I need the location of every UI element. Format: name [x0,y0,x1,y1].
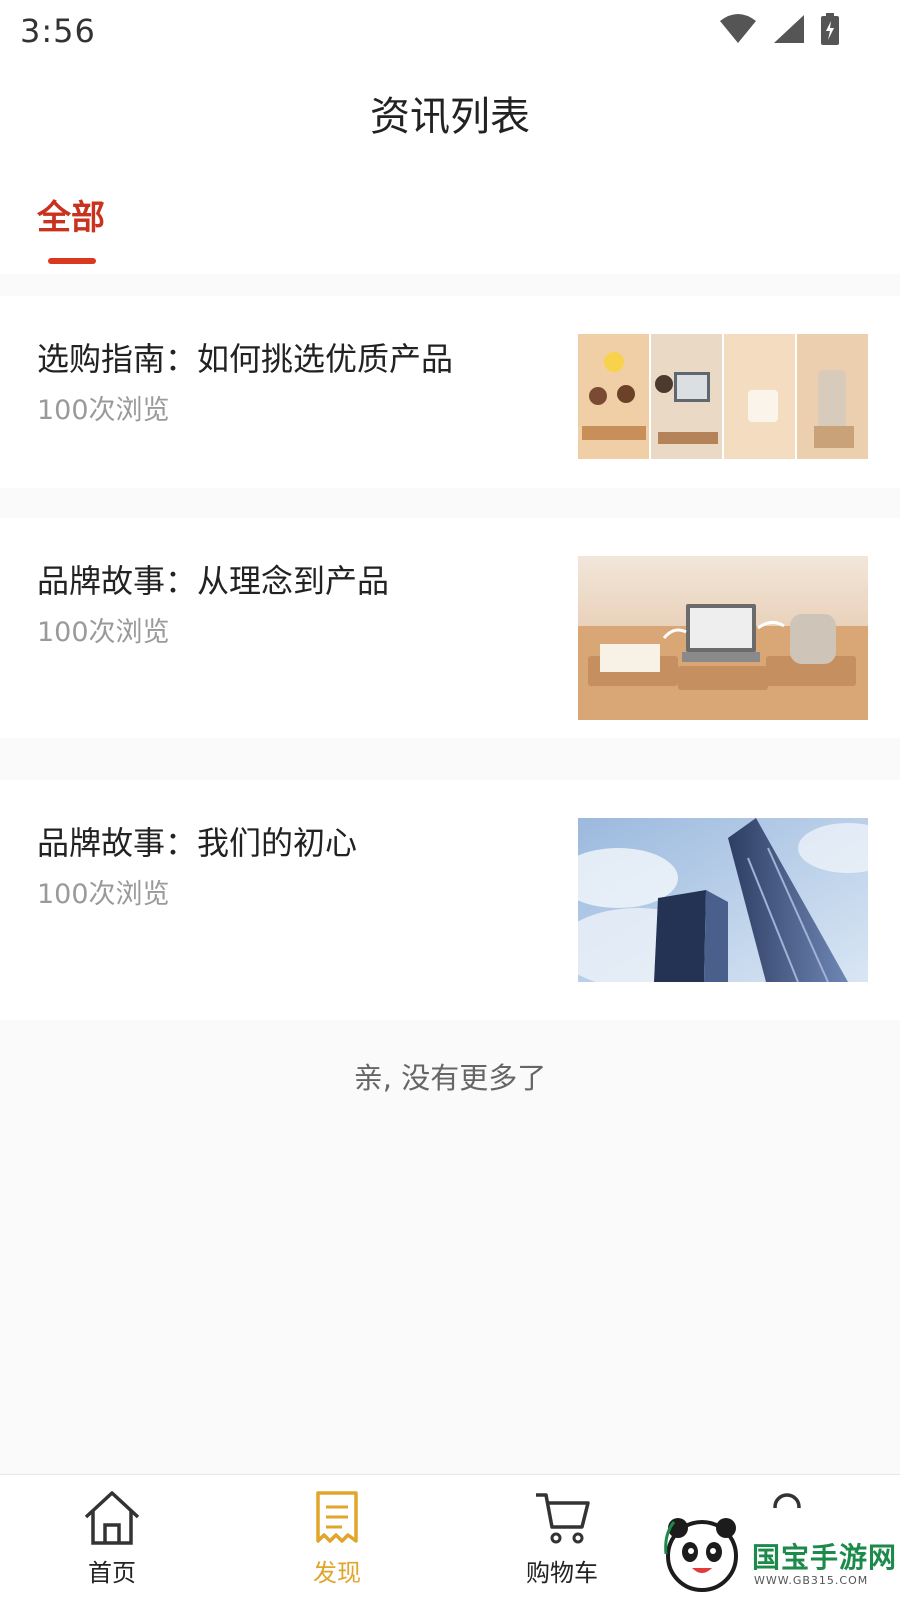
list-end-message: 亲, 没有更多了 [353,1061,547,1095]
category-tabs: 全部 [0,162,900,274]
article-item[interactable]: 选购指南：如何挑选优质产品 100次浏览 [0,296,900,488]
nav-cart[interactable]: 购物车 [502,1489,622,1588]
panda-logo-icon [664,1518,738,1592]
article-thumbnail [578,334,868,459]
nav-home[interactable]: 首页 [52,1489,172,1588]
article-thumbnail [578,556,868,720]
wifi-icon [720,14,756,43]
tab-all[interactable]: 全部 [37,190,105,239]
article-title: 选购指南：如何挑选优质产品 [37,340,454,378]
article-item[interactable]: 品牌故事：我们的初心 100次浏览 [0,780,900,1020]
watermark-url: WWW.GB315.COM [754,1574,869,1587]
signal-icon [774,15,804,43]
nav-label-home: 首页 [88,1559,136,1587]
app-screen: 3:56 资讯列表 全部 选购指南：如何挑选优质产品 100次浏览 品牌故事：从… [0,0,900,1600]
site-watermark: 国宝手游网 WWW.GB315.COM [648,1508,900,1600]
header: 资讯列表 [0,62,900,162]
watermark-text: 国宝手游网 [752,1541,898,1574]
article-title: 品牌故事：从理念到产品 [37,562,390,600]
active-tab-indicator [48,258,96,264]
battery-icon [821,13,839,45]
article-view-count: 100次浏览 [37,395,170,426]
cart-icon [536,1493,590,1544]
article-view-count: 100次浏览 [37,617,170,648]
nav-discover[interactable]: 发现 [277,1489,397,1588]
status-bar: 3:56 [0,0,900,62]
status-icons [718,12,840,46]
nav-label-discover: 发现 [313,1559,361,1587]
article-view-count: 100次浏览 [37,879,170,910]
home-icon [84,1491,140,1545]
status-time: 3:56 [20,12,96,50]
article-title: 品牌故事：我们的初心 [37,824,358,862]
discover-icon [316,1491,358,1543]
page-title: 资讯列表 [370,94,530,140]
nav-label-cart: 购物车 [526,1559,598,1587]
article-item[interactable]: 品牌故事：从理念到产品 100次浏览 [0,518,900,738]
article-thumbnail [578,818,868,982]
